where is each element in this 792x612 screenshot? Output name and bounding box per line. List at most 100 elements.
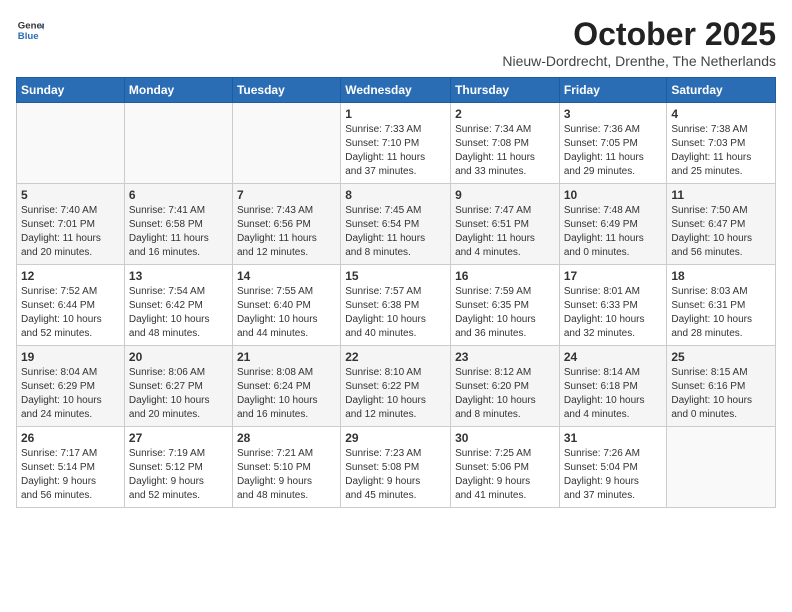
- day-number: 31: [564, 431, 663, 445]
- day-info: Sunrise: 7:41 AM Sunset: 6:58 PM Dayligh…: [129, 204, 228, 260]
- day-number: 3: [564, 107, 663, 121]
- svg-text:Blue: Blue: [18, 31, 39, 42]
- day-number: 27: [129, 431, 228, 445]
- calendar-cell: 26 Sunrise: 7:17 AM Sunset: 5:14 PM Dayli…: [17, 427, 125, 508]
- day-info: Sunrise: 8:08 AM Sunset: 6:24 PM Dayligh…: [237, 366, 336, 422]
- day-info: Sunrise: 7:54 AM Sunset: 6:42 PM Dayligh…: [129, 285, 228, 341]
- day-number: 8: [345, 188, 446, 202]
- day-info: Sunrise: 7:59 AM Sunset: 6:35 PM Dayligh…: [455, 285, 555, 341]
- day-number: 17: [564, 269, 663, 283]
- day-info: Sunrise: 7:45 AM Sunset: 6:54 PM Dayligh…: [345, 204, 446, 260]
- day-number: 11: [671, 188, 771, 202]
- day-info: Sunrise: 7:47 AM Sunset: 6:51 PM Dayligh…: [455, 204, 555, 260]
- calendar-cell: 11 Sunrise: 7:50 AM Sunset: 6:47 PM Dayli…: [667, 184, 776, 265]
- day-number: 25: [671, 350, 771, 364]
- calendar-cell: 10Sunrise: 7:48 AM Sunset: 6:49 PM Dayli…: [559, 184, 667, 265]
- calendar-cell: [17, 103, 125, 184]
- calendar-week-row: 12Sunrise: 7:52 AM Sunset: 6:44 PM Dayli…: [17, 265, 776, 346]
- day-number: 1: [345, 107, 446, 121]
- day-info: Sunrise: 7:26 AM Sunset: 5:04 PM Dayligh…: [564, 447, 663, 503]
- day-info: Sunrise: 7:48 AM Sunset: 6:49 PM Dayligh…: [564, 204, 663, 260]
- calendar-cell: 1Sunrise: 7:33 AM Sunset: 7:10 PM Daylig…: [341, 103, 451, 184]
- day-info: Sunrise: 8:01 AM Sunset: 6:33 PM Dayligh…: [564, 285, 663, 341]
- calendar-cell: 7 Sunrise: 7:43 AM Sunset: 6:56 PM Daylig…: [232, 184, 340, 265]
- calendar-cell: 16 Sunrise: 7:59 AM Sunset: 6:35 PM Dayli…: [451, 265, 560, 346]
- day-number: 23: [455, 350, 555, 364]
- day-info: Sunrise: 8:06 AM Sunset: 6:27 PM Dayligh…: [129, 366, 228, 422]
- day-number: 6: [129, 188, 228, 202]
- calendar-cell: 14 Sunrise: 7:55 AM Sunset: 6:40 PM Dayli…: [232, 265, 340, 346]
- calendar-cell: [124, 103, 232, 184]
- calendar-cell: 3 Sunrise: 7:36 AM Sunset: 7:05 PM Daylig…: [559, 103, 667, 184]
- calendar-week-row: 26 Sunrise: 7:17 AM Sunset: 5:14 PM Dayli…: [17, 427, 776, 508]
- weekday-header-friday: Friday: [559, 78, 667, 103]
- calendar-cell: 31 Sunrise: 7:26 AM Sunset: 5:04 PM Dayli…: [559, 427, 667, 508]
- day-number: 18: [671, 269, 771, 283]
- day-number: 20: [129, 350, 228, 364]
- day-info: Sunrise: 7:40 AM Sunset: 7:01 PM Dayligh…: [21, 204, 120, 260]
- day-number: 24: [564, 350, 663, 364]
- calendar-cell: 15Sunrise: 7:57 AM Sunset: 6:38 PM Dayli…: [341, 265, 451, 346]
- day-number: 19: [21, 350, 120, 364]
- calendar-week-row: 19 Sunrise: 8:04 AM Sunset: 6:29 PM Dayli…: [17, 346, 776, 427]
- calendar-cell: 30 Sunrise: 7:25 AM Sunset: 5:06 PM Dayli…: [451, 427, 560, 508]
- weekday-header-tuesday: Tuesday: [232, 78, 340, 103]
- day-info: Sunrise: 8:15 AM Sunset: 6:16 PM Dayligh…: [671, 366, 771, 422]
- calendar-cell: 2Sunrise: 7:34 AM Sunset: 7:08 PM Daylig…: [451, 103, 560, 184]
- day-info: Sunrise: 7:50 AM Sunset: 6:47 PM Dayligh…: [671, 204, 771, 260]
- day-number: 26: [21, 431, 120, 445]
- calendar-cell: 5 Sunrise: 7:40 AM Sunset: 7:01 PM Daylig…: [17, 184, 125, 265]
- calendar-cell: 22Sunrise: 8:10 AM Sunset: 6:22 PM Dayli…: [341, 346, 451, 427]
- weekday-header-monday: Monday: [124, 78, 232, 103]
- page-header: General Blue October 2025 Nieuw-Dordrech…: [16, 16, 776, 69]
- day-info: Sunrise: 8:10 AM Sunset: 6:22 PM Dayligh…: [345, 366, 446, 422]
- day-info: Sunrise: 7:19 AM Sunset: 5:12 PM Dayligh…: [129, 447, 228, 503]
- day-number: 29: [345, 431, 446, 445]
- day-info: Sunrise: 7:38 AM Sunset: 7:03 PM Dayligh…: [671, 123, 771, 179]
- calendar-cell: 24 Sunrise: 8:14 AM Sunset: 6:18 PM Dayli…: [559, 346, 667, 427]
- calendar-cell: [667, 427, 776, 508]
- calendar-cell: 23 Sunrise: 8:12 AM Sunset: 6:20 PM Dayli…: [451, 346, 560, 427]
- day-number: 2: [455, 107, 555, 121]
- day-number: 7: [237, 188, 336, 202]
- calendar-cell: 18 Sunrise: 8:03 AM Sunset: 6:31 PM Dayli…: [667, 265, 776, 346]
- calendar-week-row: 1Sunrise: 7:33 AM Sunset: 7:10 PM Daylig…: [17, 103, 776, 184]
- logo: General Blue: [16, 16, 44, 44]
- calendar-cell: 6 Sunrise: 7:41 AM Sunset: 6:58 PM Daylig…: [124, 184, 232, 265]
- day-info: Sunrise: 7:36 AM Sunset: 7:05 PM Dayligh…: [564, 123, 663, 179]
- day-info: Sunrise: 8:04 AM Sunset: 6:29 PM Dayligh…: [21, 366, 120, 422]
- day-number: 13: [129, 269, 228, 283]
- day-number: 28: [237, 431, 336, 445]
- calendar-cell: 27 Sunrise: 7:19 AM Sunset: 5:12 PM Dayli…: [124, 427, 232, 508]
- weekday-header-saturday: Saturday: [667, 78, 776, 103]
- calendar-cell: [232, 103, 340, 184]
- day-number: 5: [21, 188, 120, 202]
- day-number: 9: [455, 188, 555, 202]
- day-info: Sunrise: 7:55 AM Sunset: 6:40 PM Dayligh…: [237, 285, 336, 341]
- day-number: 15: [345, 269, 446, 283]
- weekday-header-row: SundayMondayTuesdayWednesdayThursdayFrid…: [17, 78, 776, 103]
- day-info: Sunrise: 7:25 AM Sunset: 5:06 PM Dayligh…: [455, 447, 555, 503]
- calendar-cell: 19 Sunrise: 8:04 AM Sunset: 6:29 PM Dayli…: [17, 346, 125, 427]
- calendar-cell: 17 Sunrise: 8:01 AM Sunset: 6:33 PM Dayli…: [559, 265, 667, 346]
- calendar-cell: 13 Sunrise: 7:54 AM Sunset: 6:42 PM Dayli…: [124, 265, 232, 346]
- day-number: 16: [455, 269, 555, 283]
- day-info: Sunrise: 7:17 AM Sunset: 5:14 PM Dayligh…: [21, 447, 120, 503]
- calendar-cell: 9 Sunrise: 7:47 AM Sunset: 6:51 PM Daylig…: [451, 184, 560, 265]
- day-info: Sunrise: 7:21 AM Sunset: 5:10 PM Dayligh…: [237, 447, 336, 503]
- day-info: Sunrise: 7:43 AM Sunset: 6:56 PM Dayligh…: [237, 204, 336, 260]
- day-number: 30: [455, 431, 555, 445]
- day-info: Sunrise: 8:12 AM Sunset: 6:20 PM Dayligh…: [455, 366, 555, 422]
- svg-text:General: General: [18, 20, 44, 31]
- weekday-header-sunday: Sunday: [17, 78, 125, 103]
- calendar-cell: 12Sunrise: 7:52 AM Sunset: 6:44 PM Dayli…: [17, 265, 125, 346]
- calendar-cell: 21 Sunrise: 8:08 AM Sunset: 6:24 PM Dayli…: [232, 346, 340, 427]
- calendar-cell: 29 Sunrise: 7:23 AM Sunset: 5:08 PM Dayli…: [341, 427, 451, 508]
- day-info: Sunrise: 7:23 AM Sunset: 5:08 PM Dayligh…: [345, 447, 446, 503]
- calendar-cell: 25 Sunrise: 8:15 AM Sunset: 6:16 PM Dayli…: [667, 346, 776, 427]
- day-number: 12: [21, 269, 120, 283]
- day-number: 14: [237, 269, 336, 283]
- day-info: Sunrise: 8:03 AM Sunset: 6:31 PM Dayligh…: [671, 285, 771, 341]
- day-number: 21: [237, 350, 336, 364]
- day-info: Sunrise: 8:14 AM Sunset: 6:18 PM Dayligh…: [564, 366, 663, 422]
